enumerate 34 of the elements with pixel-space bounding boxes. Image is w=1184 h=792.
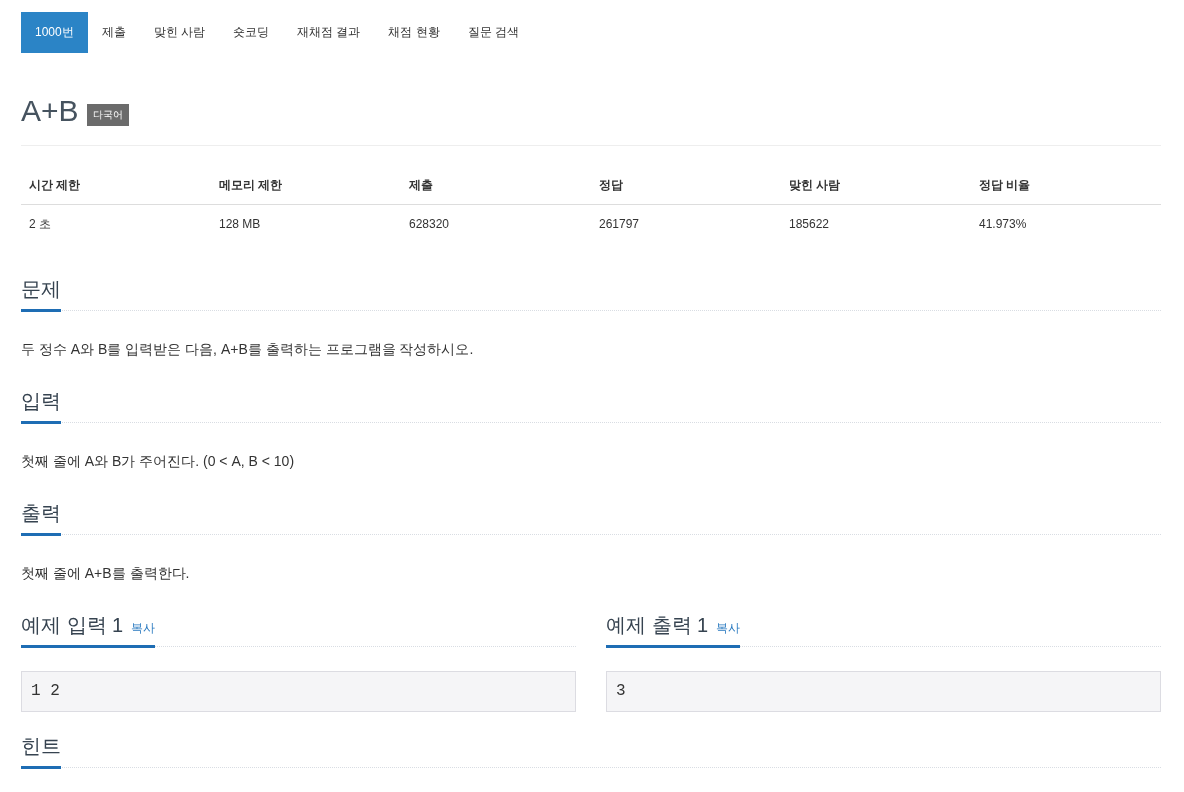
sample-data-box: 3 bbox=[606, 671, 1161, 712]
column-header: 메모리 제한 bbox=[211, 166, 401, 205]
nav-tab[interactable]: 1000번 bbox=[21, 12, 88, 53]
section-text: 첫째 줄에 A+B를 출력한다. bbox=[21, 564, 191, 583]
section-heading: 힌트 bbox=[21, 734, 61, 759]
table-cell: 41.973% bbox=[971, 204, 1161, 243]
column-header: 제출 bbox=[401, 166, 591, 205]
section-heading: 문제 bbox=[21, 277, 61, 302]
section-heading: 예제 출력 1 bbox=[606, 613, 709, 638]
table-cell: 261797 bbox=[591, 204, 781, 243]
sample-data-box: 1 2 bbox=[21, 671, 576, 712]
section-heading: 예제 입력 1 bbox=[21, 613, 124, 638]
nav-tab[interactable]: 질문 검색 bbox=[453, 12, 534, 53]
section-text: 두 정수 A와 B를 입력받은 다음, A+B를 출력하는 프로그램을 작성하시오. bbox=[21, 340, 475, 359]
column-header: 정답 비율 bbox=[971, 166, 1161, 205]
nav-tab[interactable]: 숏코딩 bbox=[219, 12, 284, 53]
nav-tab[interactable]: 제출 bbox=[87, 12, 140, 53]
column-header: 시간 제한 bbox=[21, 166, 211, 205]
table-cell: 628320 bbox=[401, 204, 591, 243]
section-text: 첫째 줄에 A와 B가 주어진다. (0 < A, B < 10) bbox=[21, 452, 296, 471]
column-header: 맞힌 사람 bbox=[781, 166, 971, 205]
column-header: 정답 bbox=[591, 166, 781, 205]
table-cell: 128 MB bbox=[211, 204, 401, 243]
copy-link[interactable]: 복사 bbox=[131, 619, 156, 637]
language-badge: 다국어 bbox=[86, 104, 129, 126]
copy-link[interactable]: 복사 bbox=[716, 619, 741, 637]
table-cell: 2 초 bbox=[21, 204, 211, 243]
table-cell: 185622 bbox=[781, 204, 971, 243]
section-heading: 출력 bbox=[21, 501, 61, 526]
section-heading: 입력 bbox=[21, 389, 61, 414]
nav-tab[interactable]: 맞힌 사람 bbox=[139, 12, 220, 53]
problem-title: A+B bbox=[21, 93, 79, 129]
nav-tab[interactable]: 재채점 결과 bbox=[283, 12, 375, 53]
nav-tab[interactable]: 채점 현황 bbox=[374, 12, 454, 53]
